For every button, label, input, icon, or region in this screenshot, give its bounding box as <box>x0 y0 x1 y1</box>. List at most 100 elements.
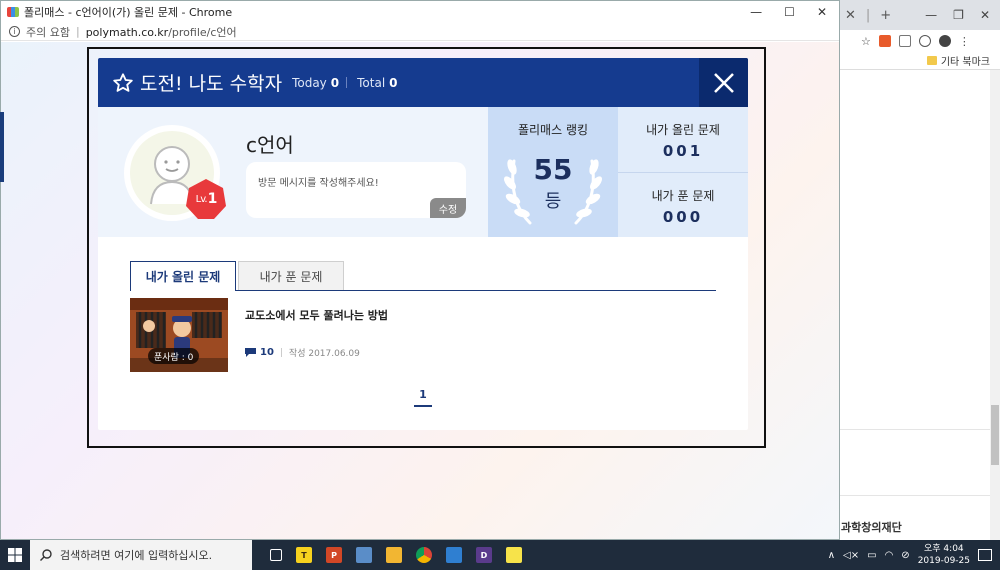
address-bar[interactable]: i 주의 요함 | polymath.co.kr/profile/c언어 <box>1 23 839 41</box>
extension-icon[interactable] <box>878 35 891 47</box>
chrome-icon[interactable] <box>416 547 432 563</box>
footer-logo-text: 과학창의재단 <box>841 521 902 534</box>
comment-count: 10 <box>260 347 274 358</box>
search-placeholder: 검색하려면 여기에 입력하십시오. <box>60 549 213 562</box>
dialog-header: 도전! 나도 수학자 Today 0 Total 0 <box>98 58 748 107</box>
ranking-value: 55 <box>533 153 573 186</box>
other-bookmarks[interactable]: 기타 북마크 <box>941 53 990 68</box>
star-icon <box>113 72 133 92</box>
close-window-icon[interactable]: ✕ <box>980 8 990 22</box>
ranking-title: 폴리매스 랭킹 <box>517 123 589 137</box>
profile-dialog: 도전! 나도 수학자 Today 0 Total 0 Lv. 1 c언어 방문 … <box>98 58 748 430</box>
edit-button[interactable]: 수정 <box>430 198 466 218</box>
notepad-icon[interactable] <box>356 547 372 563</box>
network-icon[interactable]: ◠ <box>885 550 894 561</box>
taskbar-search[interactable]: 검색하려면 여기에 입력하십시오. <box>30 540 252 570</box>
close-button[interactable]: ✕ <box>817 5 827 19</box>
menu-kebab-icon[interactable]: ⋮ <box>959 35 970 48</box>
bookmarks-bar: 기타 북마크 <box>839 52 1000 70</box>
posted-label: 내가 올린 문제 <box>646 123 720 137</box>
powerpoint-icon[interactable]: P <box>326 547 342 563</box>
username: c언어 <box>246 133 294 157</box>
window-title: 폴리매스 - c언어이(가) 올린 문제 - Chrome <box>24 6 233 19</box>
info-icon[interactable]: i <box>9 26 20 37</box>
file-explorer-icon[interactable] <box>386 547 402 563</box>
background-toolbar: ☆ ⋮ <box>839 30 1000 52</box>
background-tab-bar: ✕ | + — ❐ ✕ <box>839 0 1000 30</box>
system-tray: ∧ ◁× ▭ ◠ ⊘ 오후 4:04 2019-09-25 <box>828 543 1000 567</box>
polymath-favicon-icon <box>7 7 19 17</box>
total-label: Total <box>357 75 386 90</box>
sticky-notes-icon[interactable] <box>506 547 522 563</box>
dev-tool-icon[interactable]: D <box>476 547 492 563</box>
problem-date: 작성 2017.06.09 <box>288 349 360 359</box>
visit-message-placeholder: 방문 메시지를 작성해주세요! <box>258 178 379 189</box>
ranking-panel: 폴리매스 랭킹 55 등 <box>488 107 618 237</box>
posted-value: 001 <box>662 142 704 160</box>
problem-title[interactable]: 교도소에서 모두 풀려나는 방법 <box>245 308 395 324</box>
minimize-button[interactable]: — <box>750 5 762 19</box>
battery-icon[interactable]: ▭ <box>867 550 876 561</box>
level-badge: Lv. 1 <box>195 191 218 207</box>
bookmark-star-icon[interactable]: ☆ <box>861 35 871 48</box>
windows-logo-icon <box>8 548 22 562</box>
profile-icon[interactable] <box>938 35 951 47</box>
maximize-button[interactable]: ☐ <box>784 5 795 19</box>
app-icon[interactable] <box>446 547 462 563</box>
posted-count-cell: 내가 올린 문제 001 <box>618 107 748 172</box>
windows-taskbar: 검색하려면 여기에 입력하십시오. T P D ∧ ◁× ▭ ◠ ⊘ 오후 4:… <box>0 540 1000 570</box>
url-host: polymath.co.kr <box>85 25 169 39</box>
background-window-controls: — ❐ ✕ <box>925 8 1000 22</box>
tray-chevron-icon[interactable]: ∧ <box>828 550 835 561</box>
start-button[interactable] <box>0 540 30 570</box>
left-page-remnant <box>0 112 4 182</box>
today-label: Today <box>292 75 327 90</box>
clock[interactable]: 오후 4:04 2019-09-25 <box>918 543 970 567</box>
tab-solved-problems[interactable]: 내가 푼 문제 <box>238 261 344 290</box>
background-page-content: 과학창의재단 <box>839 70 1000 540</box>
clock-date: 2019-09-25 <box>917 556 970 566</box>
blocked-icon[interactable]: ⊘ <box>901 550 909 561</box>
popup-window-controls: — ☐ ✕ <box>750 5 839 19</box>
new-tab-button[interactable]: + <box>880 8 891 23</box>
taskbar-apps: T P D <box>270 547 522 563</box>
solved-count-cell: 내가 푼 문제 000 <box>618 172 748 237</box>
background-scrollbar[interactable] <box>990 70 1000 540</box>
restore-icon[interactable]: ❐ <box>953 8 964 22</box>
notification-icon[interactable] <box>978 549 992 561</box>
problem-counts: 내가 올린 문제 001 내가 푼 문제 000 <box>618 107 748 237</box>
security-status[interactable]: 주의 요함 <box>26 24 70 40</box>
solved-label: 내가 푼 문제 <box>651 189 715 203</box>
visit-message-box[interactable]: 방문 메시지를 작성해주세요! 수정 <box>246 162 466 218</box>
problem-item[interactable]: 푼사람 : 0 교도소에서 모두 풀려나는 방법 10 작성 2017.06.0… <box>130 298 530 372</box>
url-path: /profile/c언어 <box>168 25 237 39</box>
page-1[interactable]: 1 <box>414 388 432 407</box>
profile-summary: Lv. 1 c언어 방문 메시지를 작성해주세요! 수정 폴리매스 랭킹 55 … <box>98 107 748 237</box>
tab-close-icon[interactable]: ✕ <box>845 8 856 23</box>
popup-titlebar: 폴리매스 - c언어이(가) 올린 문제 - Chrome — ☐ ✕ <box>1 1 839 23</box>
total-value: 0 <box>389 75 398 90</box>
background-browser-window: ✕ | + — ❐ ✕ ☆ ⋮ 기타 북마크 과학창의재단 <box>838 0 1000 540</box>
problem-tabs: 내가 올린 문제 내가 푼 문제 <box>130 261 716 291</box>
kakaotalk-icon[interactable]: T <box>296 547 312 563</box>
dialog-title: 도전! 나도 수학자 <box>140 73 283 95</box>
tab-posted-problems[interactable]: 내가 올린 문제 <box>130 261 236 291</box>
solvers-count: 푼사람 : 0 <box>148 348 200 364</box>
minimize-icon[interactable]: — <box>925 8 937 22</box>
close-icon <box>713 72 734 93</box>
solved-value: 000 <box>662 208 704 226</box>
problem-thumbnail[interactable]: 푼사람 : 0 <box>130 298 228 372</box>
extension-face-icon[interactable] <box>918 35 931 47</box>
folder-icon <box>926 56 937 65</box>
problem-meta: 10 작성 2017.06.09 <box>245 346 360 359</box>
task-view-icon[interactable] <box>270 549 282 561</box>
search-icon <box>40 549 52 561</box>
clock-time: 오후 4:04 <box>924 544 964 554</box>
dialog-close-button[interactable] <box>699 58 748 107</box>
ranking-unit: 등 <box>544 191 562 212</box>
today-value: 0 <box>330 75 340 90</box>
cast-icon[interactable] <box>898 35 911 47</box>
comment-icon <box>245 348 256 357</box>
scroll-thumb[interactable] <box>991 405 999 465</box>
volume-icon[interactable]: ◁× <box>843 550 859 561</box>
